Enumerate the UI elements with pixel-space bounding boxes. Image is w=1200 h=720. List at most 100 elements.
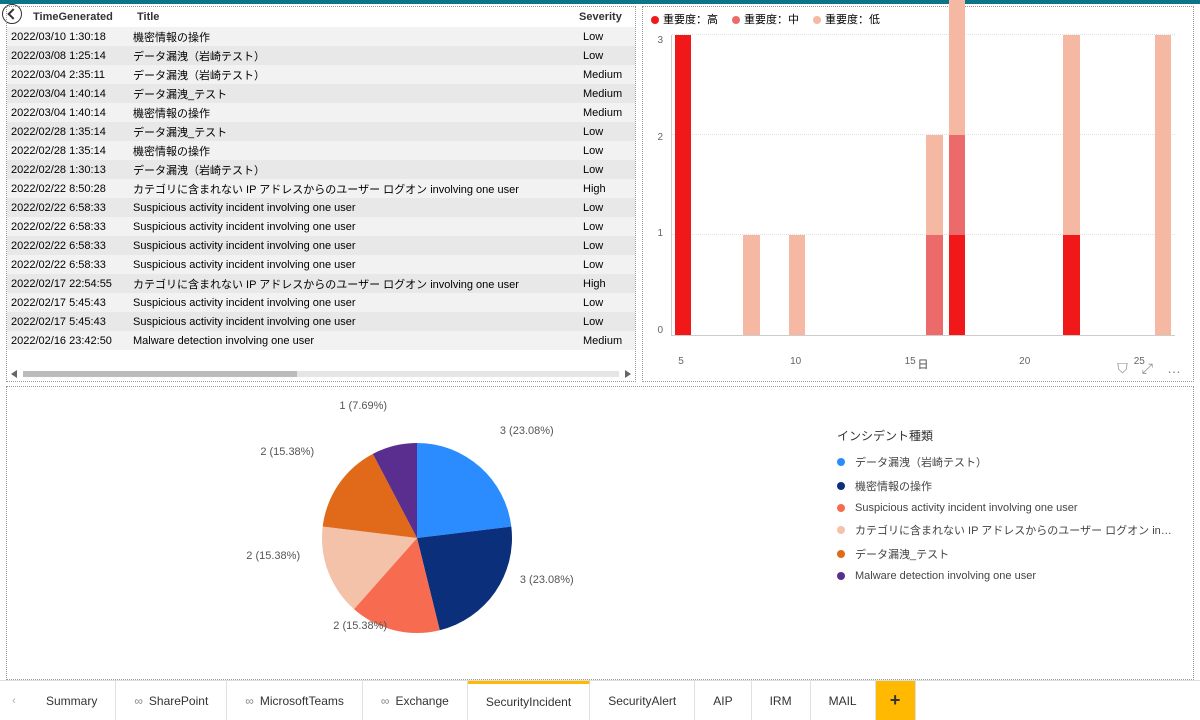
bar[interactable] <box>880 35 897 335</box>
bar[interactable] <box>972 35 989 335</box>
bar[interactable] <box>857 35 874 335</box>
bar[interactable] <box>995 35 1012 335</box>
tab-mail[interactable]: MAIL <box>811 681 876 720</box>
cell-title: カテゴリに含まれない IP アドレスからのユーザー ログオン involving… <box>129 274 579 294</box>
filter-icon[interactable]: ⛉ <box>1117 360 1128 377</box>
scroll-thumb[interactable] <box>23 371 297 377</box>
table-row[interactable]: 2022/02/22 8:50:28 カテゴリに含まれない IP アドレスからの… <box>7 179 635 198</box>
tab-label: IRM <box>770 694 792 708</box>
bar-segment <box>1063 35 1080 235</box>
severity-bar-chart[interactable]: 重要度：高重要度：中重要度：低 3210 日 510152025 ⛉ ⤢ … <box>642 6 1194 382</box>
pie-slice[interactable] <box>417 443 511 538</box>
bar[interactable] <box>1086 35 1103 335</box>
bar[interactable] <box>697 35 714 335</box>
pie-legend-label: 機密情報の操作 <box>855 478 932 494</box>
col-header-severity[interactable]: Severity <box>575 9 631 25</box>
table-row[interactable]: 2022/02/28 1:30:13 データ漏洩（岩崎テスト） Low <box>7 160 635 179</box>
table-row[interactable]: 2022/03/08 1:25:14 データ漏洩（岩崎テスト） Low <box>7 46 635 65</box>
bar[interactable] <box>903 35 920 335</box>
x-tick: 5 <box>678 356 684 367</box>
bar[interactable] <box>1040 35 1057 335</box>
incident-pie-visual[interactable]: 3 (23.08%)3 (23.08%)2 (15.38%)2 (15.38%)… <box>6 386 1194 680</box>
table-row[interactable]: 2022/03/04 2:35:11 データ漏洩（岩崎テスト） Medium <box>7 65 635 84</box>
x-tick: 10 <box>790 356 801 367</box>
table-row[interactable]: 2022/02/28 1:35:14 機密情報の操作 Low <box>7 141 635 160</box>
tab-microsoftteams[interactable]: ∞MicrosoftTeams <box>227 681 363 720</box>
pie-legend-item[interactable]: Malware detection involving one user <box>837 570 1183 582</box>
bar[interactable] <box>1109 35 1126 335</box>
cell-severity: Low <box>579 257 635 273</box>
legend-dot-icon <box>651 16 659 24</box>
bar[interactable] <box>720 35 737 335</box>
cell-time: 2022/02/16 23:42:50 <box>7 333 129 349</box>
col-header-title[interactable]: Title <box>133 9 575 25</box>
pie-legend-label: データ漏洩_テスト <box>855 546 949 562</box>
legend-item[interactable]: 重要度：低 <box>813 11 880 27</box>
bar[interactable] <box>1155 35 1172 335</box>
bar[interactable] <box>789 35 806 335</box>
table-row[interactable]: 2022/02/17 5:45:43 Suspicious activity i… <box>7 312 635 331</box>
tab-scroll-left-icon[interactable]: ‹ <box>0 681 28 720</box>
cell-time: 2022/02/22 8:50:28 <box>7 181 129 197</box>
tab-aip[interactable]: AIP <box>695 681 751 720</box>
cell-title: Suspicious activity incident involving o… <box>129 219 579 235</box>
tab-securityalert[interactable]: SecurityAlert <box>590 681 695 720</box>
bar[interactable] <box>766 35 783 335</box>
tab-irm[interactable]: IRM <box>752 681 811 720</box>
cell-title: 機密情報の操作 <box>129 141 579 161</box>
pie-legend-item[interactable]: 機密情報の操作 <box>837 478 1183 494</box>
cell-time: 2022/02/22 6:58:33 <box>7 238 129 254</box>
cell-severity: High <box>579 276 635 292</box>
bar[interactable] <box>812 35 829 335</box>
more-options-icon[interactable]: … <box>1167 360 1181 377</box>
legend-item[interactable]: 重要度：中 <box>732 11 799 27</box>
bar-segment <box>743 235 760 335</box>
table-row[interactable]: 2022/03/04 1:40:14 データ漏洩_テスト Medium <box>7 84 635 103</box>
cell-title: Suspicious activity incident involving o… <box>129 238 579 254</box>
bar[interactable] <box>835 35 852 335</box>
table-row[interactable]: 2022/02/28 1:35:14 データ漏洩_テスト Low <box>7 122 635 141</box>
pie-legend-item[interactable]: データ漏洩_テスト <box>837 546 1183 562</box>
cell-severity: Low <box>579 200 635 216</box>
bar[interactable] <box>1132 35 1149 335</box>
bar[interactable] <box>1063 35 1080 335</box>
cell-time: 2022/02/22 6:58:33 <box>7 200 129 216</box>
scroll-right-icon[interactable] <box>625 370 631 378</box>
table-row[interactable]: 2022/02/17 22:54:55 カテゴリに含まれない IP アドレスから… <box>7 274 635 293</box>
cell-time: 2022/02/28 1:35:14 <box>7 124 129 140</box>
table-row[interactable]: 2022/02/22 6:58:33 Suspicious activity i… <box>7 255 635 274</box>
table-row[interactable]: 2022/02/22 6:58:33 Suspicious activity i… <box>7 198 635 217</box>
table-row[interactable]: 2022/03/10 1:30:18 機密情報の操作 Low <box>7 27 635 46</box>
tab-summary[interactable]: Summary <box>28 681 116 720</box>
add-page-button[interactable]: + <box>876 681 916 720</box>
table-row[interactable]: 2022/02/16 23:42:50 Malware detection in… <box>7 331 635 350</box>
table-row[interactable]: 2022/02/22 6:58:33 Suspicious activity i… <box>7 217 635 236</box>
table-row[interactable]: 2022/02/22 6:58:33 Suspicious activity i… <box>7 236 635 255</box>
legend-dot-icon <box>837 526 845 534</box>
scroll-track[interactable] <box>23 371 619 377</box>
pie-legend-label: カテゴリに含まれない IP アドレスからのユーザー ログオン in… <box>855 522 1172 538</box>
pie-slice-label: 2 (15.38%) <box>260 446 314 458</box>
tab-securityincident[interactable]: SecurityIncident <box>468 681 590 720</box>
cell-severity: Medium <box>579 105 635 121</box>
pie-legend-item[interactable]: データ漏洩（岩崎テスト） <box>837 454 1183 470</box>
table-row[interactable]: 2022/03/04 1:40:14 機密情報の操作 Medium <box>7 103 635 122</box>
incident-table: TimeGenerated Title Severity 2022/03/10 … <box>6 6 636 382</box>
bar[interactable] <box>926 35 943 335</box>
bar[interactable] <box>675 35 692 335</box>
col-header-time[interactable]: TimeGenerated <box>11 9 133 25</box>
pie-legend-item[interactable]: Suspicious activity incident involving o… <box>837 502 1183 514</box>
cell-time: 2022/03/08 1:25:14 <box>7 48 129 64</box>
plot-area <box>671 35 1175 336</box>
bar[interactable] <box>949 35 966 335</box>
bar[interactable] <box>743 35 760 335</box>
horizontal-scrollbar[interactable] <box>7 367 635 381</box>
tab-exchange[interactable]: ∞Exchange <box>363 681 468 720</box>
bar[interactable] <box>1017 35 1034 335</box>
scroll-left-icon[interactable] <box>11 370 17 378</box>
legend-dot-icon <box>837 458 845 466</box>
table-row[interactable]: 2022/02/17 5:45:43 Suspicious activity i… <box>7 293 635 312</box>
pie-legend-item[interactable]: カテゴリに含まれない IP アドレスからのユーザー ログオン in… <box>837 522 1183 538</box>
tab-sharepoint[interactable]: ∞SharePoint <box>116 681 227 720</box>
legend-item[interactable]: 重要度：高 <box>651 11 718 27</box>
